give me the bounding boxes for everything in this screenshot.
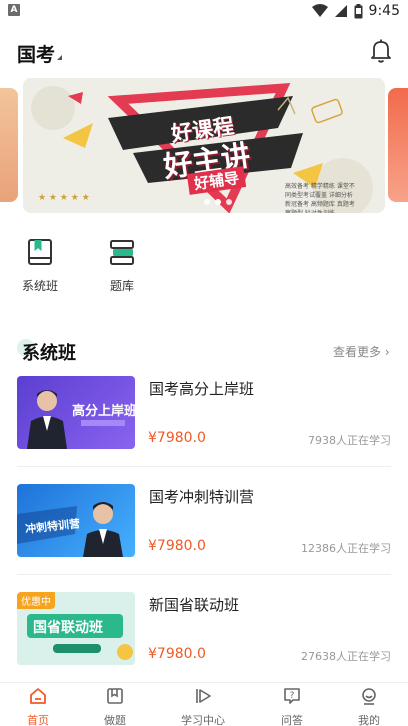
exam-category-selector[interactable]: 国考 [17, 40, 55, 67]
book-bookmark-icon [28, 239, 52, 265]
learner-count: 27638人正在学习 [301, 650, 391, 663]
status-icons: 9:45 [311, 2, 400, 20]
prev-banner-peek[interactable] [0, 88, 18, 202]
next-banner-peek[interactable] [388, 88, 408, 202]
course-card[interactable]: 高分上岸班 国考高分上岸班 ¥7980.0 7938人正在学习 [17, 376, 391, 466]
course-card[interactable]: 国省联动班 优惠中 新国省联动班 ¥7980.0 27638人正在学习 [17, 592, 391, 682]
course-thumbnail: 高分上岸班 [17, 376, 135, 449]
tab-qa[interactable]: ? 问答 [262, 687, 322, 726]
tab-label: 我的 [358, 714, 380, 726]
battery-icon [354, 3, 363, 18]
quick-nav-question-bank[interactable]: 题库 [92, 238, 152, 294]
wifi-icon [311, 4, 328, 17]
tab-label: 问答 [281, 714, 303, 726]
course-thumbnail: 国省联动班 优惠中 [17, 592, 135, 665]
quick-nav-label: 题库 [109, 279, 134, 293]
bottom-tab-bar: 首页 做题 学习中心 ? 问答 我的 [0, 682, 408, 726]
carousel-dot [226, 199, 232, 205]
thumbnail-caption: 高分上岸班 [72, 404, 135, 419]
course-price: ¥7980.0 [148, 646, 206, 662]
tab-label: 首页 [27, 714, 49, 726]
course-card[interactable]: 冲刺特训营 国考冲刺特训营 ¥7980.0 12386人正在学习 [17, 484, 391, 574]
notification-bell-icon[interactable] [369, 38, 393, 64]
learner-count: 7938人正在学习 [308, 434, 391, 447]
status-bar: A 9:45 [0, 0, 408, 22]
svg-text:★ ★ ★ ★ ★: ★ ★ ★ ★ ★ [38, 193, 90, 203]
divider [17, 466, 391, 467]
carousel-dot-active [215, 199, 221, 205]
section-title: 系统班 [22, 343, 76, 364]
bookmark-icon [107, 688, 123, 704]
course-thumbnail: 冲刺特训营 [17, 484, 135, 557]
carousel-dot [204, 199, 210, 205]
banner-slide[interactable]: ★ ★ ★ ★ ★ 好课程 好主讲 好辅导 高效备考 精学精练 课堂不同类型考试… [23, 78, 385, 213]
profile-icon [362, 688, 376, 705]
course-price: ¥7980.0 [148, 430, 206, 446]
divider [17, 574, 391, 575]
banner-carousel[interactable]: ★ ★ ★ ★ ★ 好课程 好主讲 好辅导 高效备考 精学精练 课堂不同类型考试… [0, 78, 408, 218]
question-icon: ? [284, 688, 300, 704]
thumbnail-caption: 国省联动班 [33, 620, 103, 636]
play-icon [196, 689, 211, 703]
discount-badge: 优惠中 [17, 592, 55, 609]
banner-fine-print: 高效备考 精学精练 课堂不同类型考试覆盖 详细分析 新冠备考 高频题库 真题考察… [285, 183, 355, 213]
view-more-link[interactable]: 查看更多 › [333, 343, 390, 360]
quick-nav-label: 系统班 [21, 279, 58, 293]
dropdown-caret-icon[interactable] [57, 55, 62, 60]
signal-icon [334, 5, 347, 17]
stack-books-icon [110, 240, 134, 265]
svg-text:?: ? [290, 691, 295, 701]
app-header: 国考 [0, 30, 408, 74]
tab-label: 学习中心 [181, 714, 225, 726]
tab-home[interactable]: 首页 [8, 687, 68, 726]
tab-learning-center[interactable]: 学习中心 [173, 687, 233, 726]
tab-practice[interactable]: 做题 [85, 687, 145, 726]
app-notification-icon: A [8, 4, 20, 16]
tab-profile[interactable]: 我的 [339, 687, 399, 726]
carousel-indicator [204, 199, 232, 205]
course-title: 国考高分上岸班 [149, 380, 255, 398]
course-price: ¥7980.0 [148, 538, 206, 554]
course-title: 国考冲刺特训营 [149, 488, 255, 506]
course-title: 新国省联动班 [149, 596, 240, 614]
learner-count: 12386人正在学习 [301, 542, 391, 555]
quick-nav-system-class[interactable]: 系统班 [10, 238, 70, 294]
clock: 9:45 [368, 3, 400, 19]
tab-label: 做题 [104, 714, 126, 726]
home-icon [30, 688, 46, 704]
